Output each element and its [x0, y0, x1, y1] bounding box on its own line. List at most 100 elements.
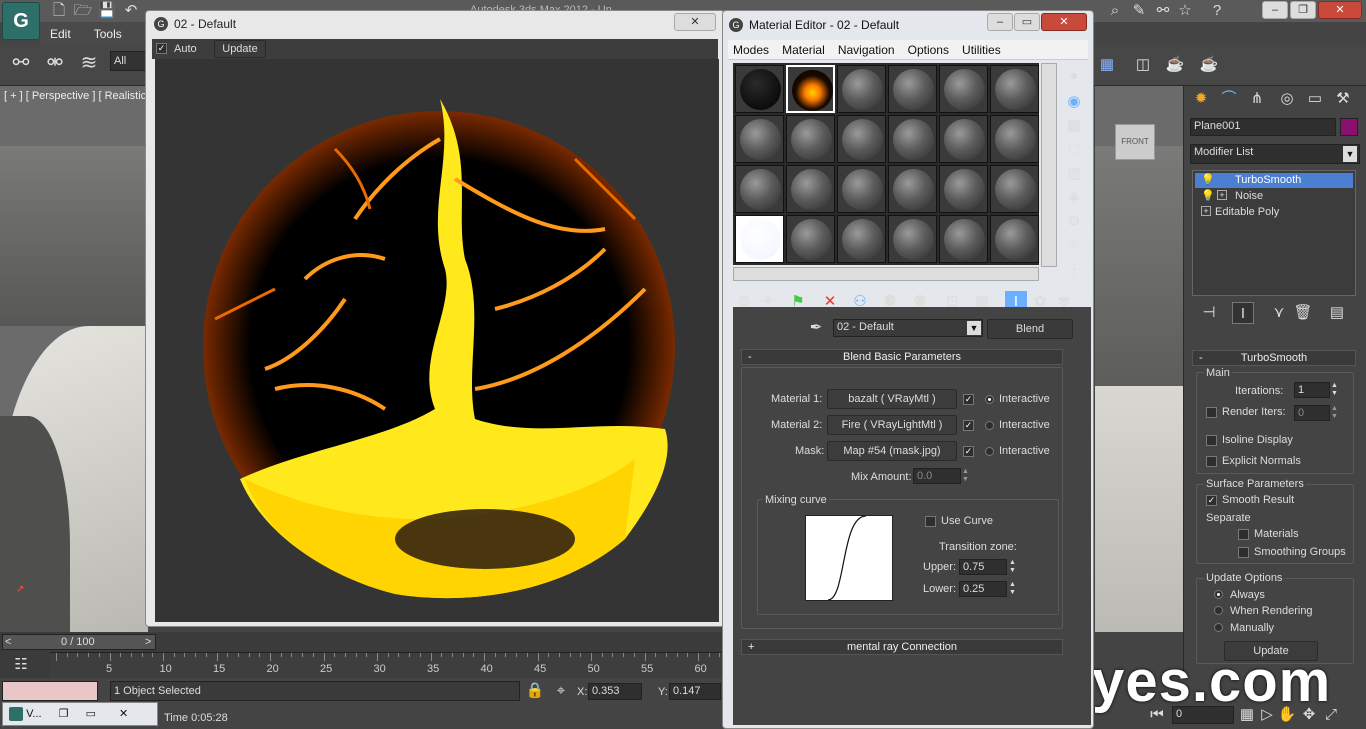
menu-modes[interactable]: Modes	[728, 40, 774, 60]
menu-utilities[interactable]: Utilities	[957, 40, 1006, 60]
smoothing-groups-checkbox[interactable]	[1238, 547, 1249, 558]
viewcube-icon[interactable]: FRONT	[1115, 124, 1155, 160]
viewport-right[interactable]: FRONT	[1095, 86, 1183, 632]
material2-button[interactable]: Fire ( VRayLightMtl )	[827, 415, 957, 435]
material-slot[interactable]	[837, 215, 886, 263]
help-icon[interactable]: ?	[1206, 0, 1228, 22]
display-tab-icon[interactable]: ▭	[1304, 88, 1326, 110]
rendered-frame-icon[interactable]: ☕	[1164, 54, 1186, 76]
backlight-icon[interactable]: ◉	[1063, 91, 1085, 113]
material-slot[interactable]	[786, 165, 835, 213]
materials-checkbox[interactable]	[1238, 529, 1249, 540]
material-editor-titlebar[interactable]: G Material Editor - 02 - Default – ▭ ✕	[723, 11, 1093, 39]
material-slot[interactable]	[786, 215, 835, 263]
time-slider-prev-icon[interactable]: <	[5, 636, 11, 648]
make-unique-icon[interactable]: ⋎	[1268, 302, 1290, 324]
mated-maximize-button[interactable]: ▭	[1014, 13, 1040, 31]
material1-interactive-radio[interactable]	[985, 395, 994, 404]
material-type-button[interactable]: Blend	[987, 319, 1073, 339]
selection-filter-dropdown[interactable]: All	[110, 51, 148, 71]
open-file-icon[interactable]: 🗁	[72, 0, 94, 22]
binoculars-icon[interactable]: ⌕	[1104, 0, 1126, 22]
material-slot[interactable]	[735, 65, 784, 113]
create-tab-icon[interactable]: ✹	[1190, 88, 1212, 110]
modify-tab-icon[interactable]: ⌒	[1218, 88, 1240, 110]
select-by-material-icon[interactable]: ⚛	[1063, 235, 1085, 257]
app-minimize-button[interactable]: –	[1262, 1, 1288, 19]
material-slot[interactable]	[939, 215, 988, 263]
render-iters-spinner[interactable]: ▲ ▼	[1331, 405, 1341, 421]
expand-plus-icon[interactable]: +	[1201, 206, 1211, 216]
material-slot[interactable]	[786, 115, 835, 163]
material-editor-window[interactable]: G Material Editor - 02 - Default – ▭ ✕ M…	[722, 10, 1094, 729]
material-slot[interactable]	[837, 165, 886, 213]
mated-close-button[interactable]: ✕	[1041, 13, 1087, 31]
isoline-display-checkbox[interactable]	[1206, 435, 1217, 446]
hierarchy-tab-icon[interactable]: ⋔	[1246, 88, 1268, 110]
material-slot[interactable]	[888, 165, 937, 213]
material-slot[interactable]	[939, 65, 988, 113]
menu-material[interactable]: Material	[777, 40, 830, 60]
unlink-icon[interactable]: ⚮	[44, 52, 66, 74]
time-slider-next-icon[interactable]: >	[145, 636, 151, 648]
render-close-button[interactable]: ✕	[674, 13, 716, 31]
iterations-spinner[interactable]: ▲ ▼	[1331, 382, 1341, 398]
mask-interactive-radio[interactable]	[985, 447, 994, 456]
material2-enable-checkbox[interactable]: ✓	[963, 420, 974, 431]
star-icon[interactable]: ☆	[1174, 0, 1196, 22]
app-restore-button[interactable]: ❐	[1290, 1, 1316, 19]
explicit-normals-checkbox[interactable]	[1206, 456, 1217, 467]
maxscript-listener[interactable]	[2, 681, 98, 701]
render-setup-icon[interactable]: ▦	[1096, 54, 1118, 76]
material-slot[interactable]	[888, 115, 937, 163]
sample-type-icon[interactable]: ●	[1063, 65, 1085, 87]
render-iters-checkbox[interactable]	[1206, 407, 1217, 418]
taskbar-maximize-icon[interactable]: ▭	[86, 708, 96, 720]
modifier-list-dropdown[interactable]: Modifier List ▼	[1190, 144, 1360, 164]
lightbulb-icon[interactable]: 💡	[1201, 189, 1215, 202]
upper-field[interactable]: 0.75	[959, 559, 1007, 575]
stack-item-editable-poly[interactable]: Editable Poly	[1195, 205, 1353, 220]
material-slot[interactable]	[888, 65, 937, 113]
select-link-icon[interactable]: ⚯	[10, 52, 32, 74]
bind-spacewarp-icon[interactable]: ≋	[78, 52, 100, 74]
eyedropper-icon[interactable]: ✒	[805, 317, 827, 339]
absolute-mode-icon[interactable]: ⌖	[550, 680, 572, 702]
app-logo-icon[interactable]: G	[2, 2, 40, 40]
material-slot[interactable]	[786, 65, 835, 113]
new-file-icon[interactable]: 🗋	[48, 0, 70, 22]
menu-navigation[interactable]: Navigation	[833, 40, 900, 60]
material-navigator-icon[interactable]: ⋮	[1063, 259, 1085, 281]
material-slot[interactable]	[939, 165, 988, 213]
material-slot[interactable]	[990, 165, 1039, 213]
always-radio[interactable]	[1214, 590, 1223, 599]
lower-spinner[interactable]: ▲ ▼	[1009, 581, 1019, 597]
options-icon[interactable]: ⚙	[1063, 211, 1085, 233]
background-icon[interactable]: ▩	[1063, 115, 1085, 137]
mental-ray-rollout-header[interactable]: + mental ray Connection	[741, 639, 1063, 655]
turbosmooth-rollout-header[interactable]: - TurboSmooth	[1192, 350, 1356, 366]
material2-interactive-radio[interactable]	[985, 421, 994, 430]
configure-sets-icon[interactable]: ▤	[1326, 302, 1348, 324]
make-preview-icon[interactable]: ◈	[1063, 187, 1085, 209]
material-slot[interactable]	[990, 65, 1039, 113]
upper-spinner[interactable]: ▲ ▼	[1009, 559, 1019, 575]
video-color-icon[interactable]: ▥	[1063, 163, 1085, 185]
render-window-titlebar[interactable]: G 02 - Default ✕	[146, 11, 724, 37]
tools-icon[interactable]: ✎	[1128, 0, 1150, 22]
slots-horizontal-scrollbar[interactable]	[733, 267, 1039, 281]
material1-enable-checkbox[interactable]: ✓	[963, 394, 974, 405]
viewport-label[interactable]: [ + ] [ Perspective ] [ Realistic	[4, 90, 146, 102]
app-close-button[interactable]: ✕	[1318, 1, 1362, 19]
material-slot[interactable]	[837, 115, 886, 163]
stack-item-turbosmooth[interactable]: TurboSmooth	[1195, 173, 1353, 188]
mix-amount-field[interactable]: 0.0	[913, 468, 961, 484]
render-teapot-icon[interactable]: ☕	[1198, 54, 1220, 76]
material-editor-icon[interactable]: ◫	[1132, 54, 1154, 76]
show-end-result-icon[interactable]: I	[1232, 302, 1254, 324]
object-name-field[interactable]: Plane001	[1190, 118, 1336, 136]
material-slot[interactable]	[735, 165, 784, 213]
material-slot[interactable]	[990, 115, 1039, 163]
material-slot[interactable]	[735, 115, 784, 163]
link-icon[interactable]: ⚯	[1152, 0, 1174, 22]
